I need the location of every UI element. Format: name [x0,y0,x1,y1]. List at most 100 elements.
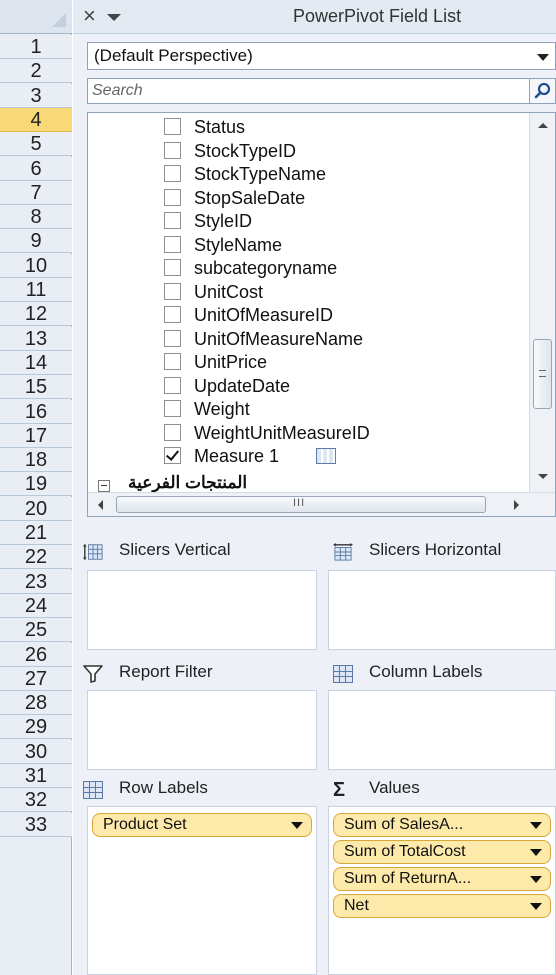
row-header-29[interactable]: 29 [0,715,72,739]
perspective-dropdown[interactable]: (Default Perspective) [87,42,556,70]
row-header-3[interactable]: 3 [0,84,72,108]
horizontal-scrollbar[interactable]: III [88,492,555,516]
row-header-16[interactable]: 16 [0,400,72,424]
field-checkbox-checked[interactable] [164,447,181,464]
row-header-18[interactable]: 18 [0,448,72,472]
row-header-1[interactable]: 1 [0,35,72,59]
chevron-down-icon[interactable] [530,876,542,883]
row-header-6[interactable]: 6 [0,157,72,181]
row-header-21[interactable]: 21 [0,521,72,545]
slicers-vertical-drop-zone[interactable] [87,570,317,650]
field-item[interactable]: UnitOfMeasureID [164,303,524,327]
row-header-22[interactable]: 22 [0,545,72,569]
row-header-2[interactable]: 2 [0,59,72,83]
field-item[interactable]: StyleName [164,233,524,257]
vertical-scrollbar[interactable] [529,113,555,493]
values-drop-zone[interactable]: Sum of SalesA... Sum of TotalCost Sum of R… [328,806,556,975]
field-item[interactable]: StockTypeID [164,139,524,163]
field-checkbox[interactable] [164,212,181,229]
field-pill[interactable]: Sum of SalesA... [333,813,551,837]
row-header-14[interactable]: 14 [0,351,72,375]
field-pill[interactable]: Sum of TotalCost [333,840,551,864]
field-checkbox[interactable] [164,259,181,276]
field-item[interactable]: UpdateDate [164,374,524,398]
row-header-24[interactable]: 24 [0,594,72,618]
field-checkbox[interactable] [164,189,181,206]
pane-options-dropdown-icon[interactable] [107,14,121,21]
field-pill[interactable]: Sum of ReturnA... [333,867,551,891]
chevron-down-icon[interactable] [530,903,542,910]
search-input[interactable] [88,79,528,103]
field-checkbox[interactable] [164,165,181,182]
scroll-up-arrow-icon[interactable] [538,123,548,128]
field-checkbox[interactable] [164,236,181,253]
close-icon[interactable]: × [83,4,96,28]
field-checkbox[interactable] [164,400,181,417]
field-item[interactable]: Measure 1 [164,444,524,468]
row-header-8[interactable]: 8 [0,205,72,229]
field-checkbox[interactable] [164,283,181,300]
row-header-12[interactable]: 12 [0,302,72,326]
slicers-horizontal-drop-zone[interactable] [328,570,556,650]
scroll-left-arrow-icon[interactable] [98,500,103,510]
field-checkbox[interactable] [164,118,181,135]
field-item[interactable]: subcategoryname [164,256,524,280]
field-item[interactable]: Status [164,115,524,139]
row-header-19[interactable]: 19 [0,472,72,496]
field-item[interactable]: WeightUnitMeasureID [164,421,524,445]
row-header-33[interactable]: 33 [0,813,72,837]
row-header-32[interactable]: 32 [0,788,72,812]
row-header-23[interactable]: 23 [0,570,72,594]
filter-icon [83,665,103,683]
scroll-down-arrow-icon[interactable] [538,474,548,479]
chevron-down-icon [537,54,549,61]
row-header-4[interactable]: 4 [0,108,72,132]
column-labels-drop-zone[interactable] [328,690,556,770]
field-item[interactable]: StopSaleDate [164,186,524,210]
chevron-down-icon[interactable] [530,849,542,856]
row-header-10[interactable]: 10 [0,254,72,278]
field-checkbox[interactable] [164,306,181,323]
row-header-25[interactable]: 25 [0,618,72,642]
scroll-grip-icon [539,370,546,377]
row-header-7[interactable]: 7 [0,181,72,205]
field-checkbox[interactable] [164,142,181,159]
powerpivot-field-list-pane: × PowerPivot Field List (Default Perspec… [73,0,556,975]
horizontal-scroll-thumb[interactable]: III [116,496,486,513]
field-item[interactable]: Weight [164,397,524,421]
row-header-30[interactable]: 30 [0,740,72,764]
field-checkbox[interactable] [164,424,181,441]
field-pill[interactable]: Net [333,894,551,918]
field-item[interactable]: UnitCost [164,280,524,304]
row-header-5[interactable]: 5 [0,132,72,156]
row-header-31[interactable]: 31 [0,764,72,788]
row-header-20[interactable]: 20 [0,497,72,521]
chevron-down-icon[interactable] [530,822,542,829]
row-header-9[interactable]: 9 [0,229,72,253]
field-checkbox[interactable] [164,330,181,347]
field-checkbox[interactable] [164,353,181,370]
row-header-26[interactable]: 26 [0,643,72,667]
row-header-17[interactable]: 17 [0,424,72,448]
row-header-27[interactable]: 27 [0,667,72,691]
field-item[interactable]: UnitPrice [164,350,524,374]
row-header-11[interactable]: 11 [0,278,72,302]
calculated-measure-icon [316,448,336,464]
vertical-scroll-thumb[interactable] [533,339,552,409]
field-pill[interactable]: Product Set [92,813,312,837]
field-item[interactable]: UnitOfMeasureName [164,327,524,351]
field-label: WeightUnitMeasureID [194,423,370,443]
field-checkbox[interactable] [164,377,181,394]
collapse-icon[interactable] [98,480,110,492]
row-header-15[interactable]: 15 [0,375,72,399]
row-header-28[interactable]: 28 [0,691,72,715]
scroll-right-arrow-icon[interactable] [514,500,519,510]
search-button[interactable] [529,79,555,103]
row-header-13[interactable]: 13 [0,327,72,351]
chevron-down-icon[interactable] [291,822,303,829]
report-filter-drop-zone[interactable] [87,690,317,770]
select-all-corner[interactable] [0,0,72,34]
field-item[interactable]: StyleID [164,209,524,233]
field-item[interactable]: StockTypeName [164,162,524,186]
row-labels-drop-zone[interactable]: Product Set [87,806,317,975]
